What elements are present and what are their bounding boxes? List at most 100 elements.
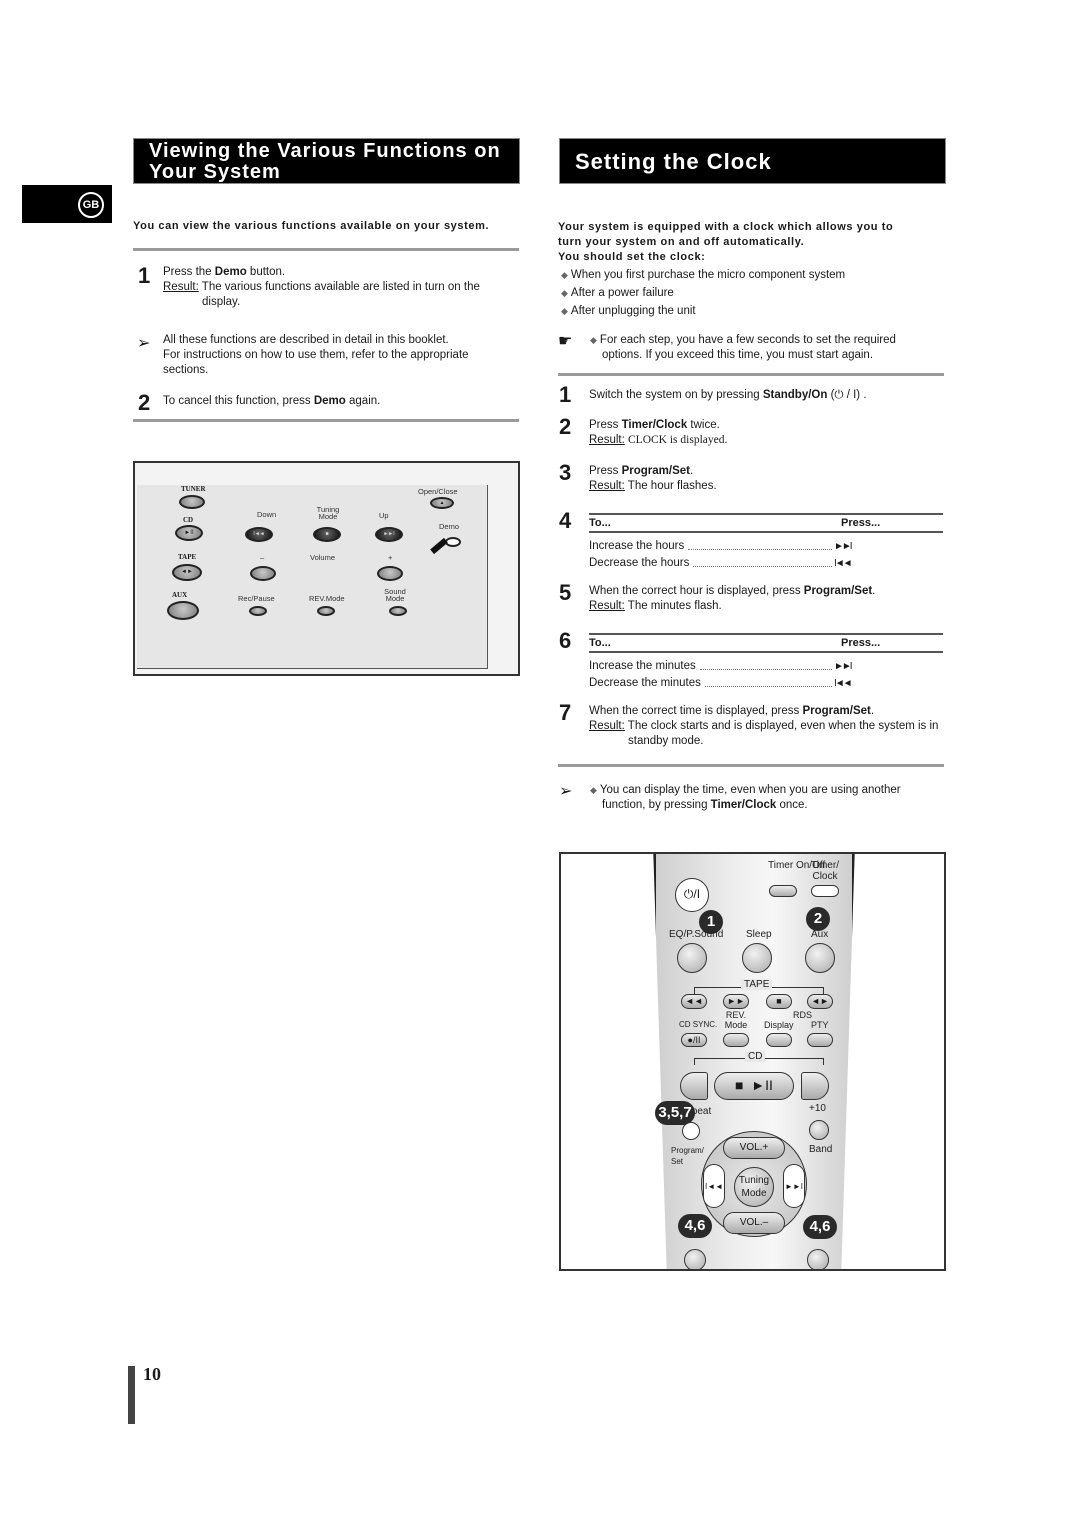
- sound-mode-label: Sound Mode: [384, 587, 406, 603]
- timer-clock-label: Timer/ Clock: [811, 860, 839, 882]
- diamond-icon: ◆: [561, 306, 568, 316]
- sleep-button[interactable]: [742, 943, 772, 973]
- fast-forward-button[interactable]: ►►: [723, 994, 749, 1009]
- step-number: 7: [559, 700, 572, 725]
- rev-mode-label: REV.Mode: [309, 594, 345, 603]
- callout-step: 4,6: [678, 1214, 712, 1238]
- skip-forward-icon: ►►I: [834, 661, 853, 672]
- band-button[interactable]: [809, 1120, 829, 1140]
- remote-button[interactable]: [807, 1249, 829, 1269]
- step-number: 2: [559, 414, 572, 439]
- cd-label: CD: [183, 516, 194, 524]
- table-row: Increase the minutes ►►I: [589, 658, 864, 675]
- rec-pause-label: Rec/Pause: [238, 594, 275, 603]
- skip-back-icon: I◄◄: [834, 558, 853, 569]
- cd-sync-label: CD SYNC.: [679, 1020, 718, 1029]
- cd-stop-play-button[interactable]: ■ ►II: [714, 1072, 794, 1100]
- page-number-bar: [128, 1366, 135, 1424]
- step-number: 5: [559, 580, 572, 605]
- rev-mode-button[interactable]: [723, 1033, 749, 1047]
- step-number: 6: [559, 628, 572, 653]
- tuning-mode-label: Tuning Mode: [316, 505, 340, 521]
- cd-sync-button[interactable]: ●/II: [681, 1033, 707, 1047]
- program-set-label: Program/ Set: [671, 1146, 704, 1166]
- display-button[interactable]: [766, 1033, 792, 1047]
- hours-table: To... Press... Increase the hours ►►I Dec…: [589, 513, 943, 572]
- open-close-button[interactable]: ▲: [430, 497, 454, 509]
- table-header: To... Press...: [589, 633, 943, 653]
- rewind-button[interactable]: ◄◄: [681, 994, 707, 1009]
- rev-mode-button[interactable]: [317, 606, 335, 616]
- aux-button[interactable]: [167, 601, 199, 620]
- bullet-list: ◆ When you first purchase the micro compo…: [561, 266, 845, 320]
- tuner-label: TUNER: [181, 485, 206, 493]
- program-set-button[interactable]: [682, 1122, 700, 1140]
- left-intro: You can view the various functions avail…: [133, 220, 490, 232]
- volume-up-button[interactable]: VOL.+: [723, 1137, 785, 1159]
- remote-button[interactable]: [684, 1249, 706, 1269]
- volume-minus-label: –: [260, 553, 265, 562]
- up-button[interactable]: ►►I: [375, 527, 403, 542]
- left-step-2: To cancel this function, press Demo agai…: [163, 395, 381, 407]
- down-button[interactable]: I◄◄: [245, 527, 273, 542]
- volume-label: Volume: [310, 553, 336, 562]
- clock-step-1: Switch the system on by pressing Standby…: [589, 389, 867, 401]
- skip-back-button[interactable]: I◄◄: [703, 1164, 725, 1208]
- step-number: 2: [138, 390, 151, 415]
- sound-mode-button[interactable]: [389, 606, 407, 616]
- pointing-hand-icon: ☛: [558, 333, 573, 350]
- divider: [133, 419, 519, 422]
- timer-onoff-button[interactable]: [769, 885, 797, 897]
- left-step-1: Press the Demo button. Result: The vario…: [163, 266, 480, 308]
- diamond-icon: ◆: [561, 288, 568, 298]
- clock-step-7: When the correct time is displayed, pres…: [589, 705, 939, 747]
- tuner-button[interactable]: [179, 495, 205, 509]
- aux-button[interactable]: [805, 943, 835, 973]
- standby-power-button[interactable]: ⏻/I: [675, 878, 709, 912]
- eq-button[interactable]: [677, 943, 707, 973]
- callout-step: 4,6: [803, 1215, 837, 1239]
- page-number: 10: [143, 1364, 161, 1384]
- tape-label: TAPE: [741, 979, 773, 990]
- bullet-item: ◆ After a power failure: [561, 287, 674, 299]
- tuning-mode-button[interactable]: ■: [313, 527, 341, 542]
- volume-up-button[interactable]: [377, 566, 403, 581]
- section-title-viewing-functions: Viewing the Various Functions on Your Sy…: [133, 138, 520, 184]
- cd-skip-forward-button[interactable]: [801, 1072, 829, 1100]
- cd-play-pause-button[interactable]: ►II: [175, 525, 203, 541]
- cd-label: CD: [745, 1051, 766, 1062]
- step-number: 1: [559, 382, 572, 407]
- step-number: 4: [559, 508, 572, 533]
- stop-icon: ■: [735, 1077, 744, 1093]
- pty-button[interactable]: [807, 1033, 833, 1047]
- play-pause-icon: ►II: [751, 1077, 773, 1093]
- step-number: 3: [559, 460, 572, 485]
- divider: [558, 373, 944, 376]
- skip-forward-button[interactable]: ►►I: [783, 1164, 805, 1208]
- volume-down-button[interactable]: [250, 566, 276, 581]
- down-label: Down: [257, 510, 277, 519]
- plus10-label: +10: [809, 1103, 826, 1114]
- language-tab: GB: [22, 185, 112, 223]
- left-note: All these functions are described in det…: [163, 334, 469, 376]
- demo-label: Demo: [439, 522, 460, 531]
- note-arrow-icon: ➢: [137, 335, 151, 352]
- display-label: Display: [764, 1020, 794, 1030]
- skip-back-icon: I◄◄: [834, 678, 853, 689]
- clock-step-2: Press Timer/Clock twice. Result: CLOCK i…: [589, 419, 728, 446]
- rec-pause-button[interactable]: [249, 606, 267, 616]
- tape-button[interactable]: ◄►: [172, 564, 202, 581]
- volume-down-button[interactable]: VOL.–: [723, 1212, 785, 1234]
- bullet-item: ◆ After unplugging the unit: [561, 305, 696, 317]
- tuning-mode-button[interactable]: Tuning Mode: [734, 1167, 774, 1207]
- result-label: Result:: [163, 281, 199, 293]
- tape-direction-button[interactable]: ◄►: [807, 994, 833, 1009]
- aux-label: AUX: [172, 591, 188, 599]
- timer-clock-button[interactable]: [811, 885, 839, 897]
- diamond-icon: ◆: [590, 335, 597, 345]
- tape-stop-button[interactable]: ■: [766, 994, 792, 1009]
- divider: [558, 764, 944, 767]
- diamond-icon: ◆: [590, 785, 597, 795]
- table-header: To... Press...: [589, 513, 943, 533]
- cd-skip-back-button[interactable]: [680, 1072, 708, 1100]
